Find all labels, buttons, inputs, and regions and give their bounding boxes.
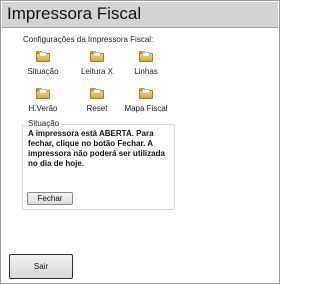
reset-shortcut[interactable]: Reset [69,88,125,113]
situacao-groupbox-legend: Situação [26,119,62,128]
leitura-x-shortcut[interactable]: Leitura X [69,51,125,76]
title-bar: Impressora Fiscal [2,2,278,28]
sair-button[interactable]: Sair [9,254,73,279]
window-title: Impressora Fiscal [7,4,142,23]
folder-icon [90,88,104,99]
folder-icon [139,88,153,99]
config-section-label: Configurações da Impressora Fiscal: [23,35,154,44]
leitura-x-shortcut-label: Leitura X [80,67,114,76]
folder-icon [36,88,50,99]
fechar-button[interactable]: Fechar [27,192,73,205]
mapa-fiscal-shortcut-label: Mapa Fiscal [124,104,168,113]
reset-shortcut-label: Reset [86,104,108,113]
h-verao-shortcut-label: H.Verão [28,104,58,113]
linhas-shortcut-label: Linhas [134,67,158,76]
situacao-message: A impressora está ABERTA. Para fechar, c… [28,129,165,168]
situacao-shortcut-label: Situação [27,67,59,76]
folder-icon [36,51,50,62]
h-verao-shortcut[interactable]: H.Verão [15,88,71,113]
situacao-shortcut[interactable]: Situação [15,51,71,76]
folder-icon [90,51,104,62]
folder-icon [139,51,153,62]
mapa-fiscal-shortcut[interactable]: Mapa Fiscal [118,88,174,113]
main-window: Impressora Fiscal Configurações da Impre… [0,0,280,284]
linhas-shortcut[interactable]: Linhas [118,51,174,76]
